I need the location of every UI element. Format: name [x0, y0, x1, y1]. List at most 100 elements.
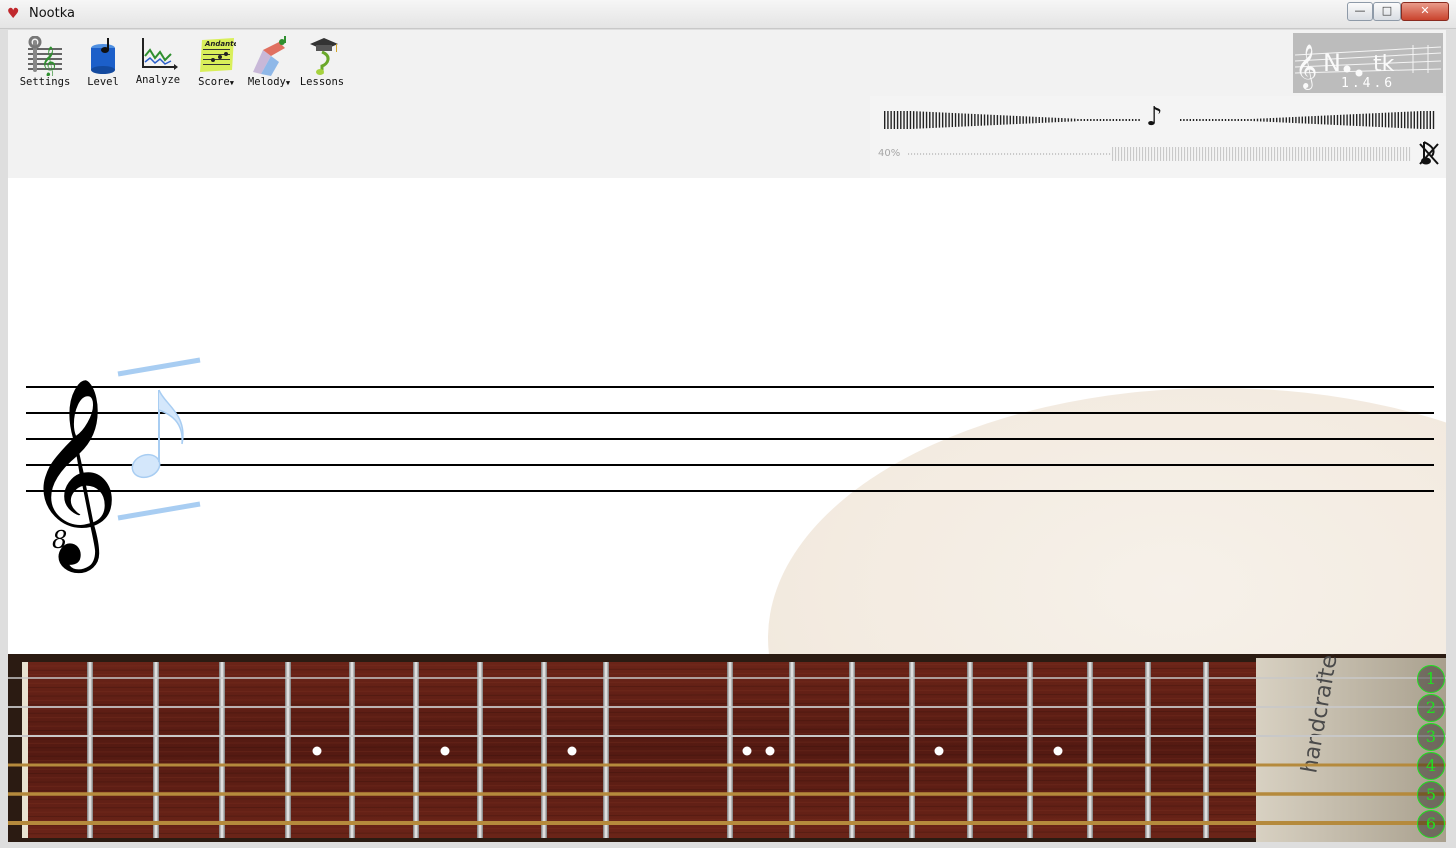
- volume-tick: [1115, 147, 1117, 161]
- volume-tick: [914, 153, 916, 155]
- fret-marker: [1053, 746, 1063, 756]
- meter-tick: [977, 114, 979, 126]
- pitch-view: ♪ 40%: [870, 96, 1446, 178]
- volume-tick: [1100, 153, 1102, 155]
- volume-tick: [1184, 147, 1186, 161]
- score-area[interactable]: 𝄞 8: [8, 178, 1446, 654]
- meter-tick: [987, 114, 989, 126]
- meter-tick: [1119, 119, 1121, 121]
- mute-pitch-icon[interactable]: [1418, 140, 1440, 166]
- meter-tick: [967, 113, 970, 127]
- volume-tick: [953, 153, 955, 155]
- volume-tick: [1364, 147, 1366, 161]
- volume-tick: [1091, 153, 1093, 155]
- volume-tick: [917, 153, 919, 155]
- analyze-button[interactable]: Analyze: [127, 32, 189, 94]
- meter-tick: [1073, 118, 1076, 122]
- volume-tick: [1022, 153, 1024, 155]
- volume-tick: [1142, 147, 1144, 161]
- volume-tick: [935, 153, 937, 155]
- volume-tick: [911, 153, 913, 155]
- volume-tick: [986, 153, 988, 155]
- volume-tick: [1352, 147, 1354, 161]
- meter-tick: [958, 113, 960, 127]
- meter-tick: [1138, 119, 1140, 121]
- meter-tick: [1407, 111, 1409, 129]
- meter-tick: [1221, 119, 1223, 121]
- meter-tick: [884, 111, 886, 129]
- volume-tick: [1016, 153, 1018, 155]
- volume-tick: [1202, 147, 1204, 161]
- meter-tick: [1064, 118, 1066, 122]
- meter-tick: [970, 113, 973, 127]
- meter-tick: [1397, 112, 1399, 128]
- meter-tick: [1432, 111, 1435, 129]
- fret: [541, 662, 547, 838]
- meter-tick: [1298, 116, 1300, 124]
- volume-tick: [1085, 153, 1087, 155]
- volume-tick: [1355, 147, 1357, 161]
- guitar-fretboard[interactable]: handcrafted 123456: [8, 654, 1446, 842]
- lessons-icon: [310, 38, 338, 75]
- volume-tick: [1346, 147, 1348, 161]
- volume-tick: [929, 153, 931, 155]
- meter-tick: [1199, 119, 1201, 121]
- settings-button[interactable]: 𝄞 Settings: [14, 32, 76, 94]
- volume-tick: [947, 153, 949, 155]
- minimize-button[interactable]: —: [1347, 2, 1373, 21]
- meter-tick: [1314, 116, 1316, 124]
- close-button[interactable]: ✕: [1401, 2, 1449, 21]
- fret: [413, 662, 419, 838]
- volume-tick: [1337, 147, 1339, 161]
- volume-tick: [1301, 147, 1303, 161]
- meter-tick: [1381, 112, 1383, 128]
- meter-tick: [1429, 111, 1431, 129]
- volume-tick: [1382, 147, 1384, 161]
- meter-tick: [1061, 118, 1063, 122]
- volume-tick: [1226, 147, 1228, 161]
- guitar-body-decal: [1256, 658, 1446, 842]
- volume-tick: [1082, 153, 1084, 155]
- eighth-note-icon: ♪: [1146, 102, 1163, 132]
- volume-tick: [1214, 147, 1216, 161]
- volume-tick: [1259, 147, 1261, 161]
- volume-tick: [1244, 147, 1246, 161]
- volume-tick: [1028, 153, 1030, 155]
- volume-tick: [1325, 147, 1327, 161]
- fret: [349, 662, 355, 838]
- volume-tick: [1241, 147, 1243, 161]
- dropdown-arrow-icon: ▼: [229, 79, 234, 87]
- volume-tick: [1154, 147, 1156, 161]
- volume-tick: [1379, 147, 1381, 161]
- meter-tick: [951, 112, 954, 128]
- meter-tick: [1260, 118, 1262, 122]
- volume-tick: [1373, 147, 1375, 161]
- level-button[interactable]: Level: [72, 32, 134, 94]
- string-number: 6: [1417, 810, 1445, 838]
- meter-tick: [1186, 119, 1188, 121]
- meter-tick: [1083, 119, 1086, 121]
- volume-tick: [962, 153, 964, 155]
- meter-tick: [1128, 119, 1131, 121]
- meter-tick: [1224, 119, 1227, 121]
- meter-tick: [1256, 118, 1259, 122]
- maximize-button[interactable]: □: [1373, 2, 1401, 21]
- volume-tick: [1331, 147, 1333, 161]
- meter-tick: [1208, 119, 1211, 121]
- volume-tick: [1307, 147, 1309, 161]
- volume-tick: [1217, 147, 1219, 161]
- fret: [727, 662, 733, 838]
- fret: [1027, 662, 1033, 838]
- fret: [603, 662, 609, 838]
- volume-tick: [1235, 147, 1237, 161]
- volume-tick: [1343, 147, 1345, 161]
- svg-text:𝄞: 𝄞: [41, 46, 56, 76]
- volume-tick: [1109, 153, 1111, 155]
- volume-tick: [1178, 147, 1180, 161]
- meter-tick: [993, 114, 995, 126]
- volume-tick: [938, 153, 940, 155]
- volume-tick: [1295, 147, 1297, 161]
- volume-tick: [1121, 147, 1123, 161]
- lessons-button[interactable]: Lessons: [291, 32, 353, 94]
- volume-tick: [1391, 147, 1393, 161]
